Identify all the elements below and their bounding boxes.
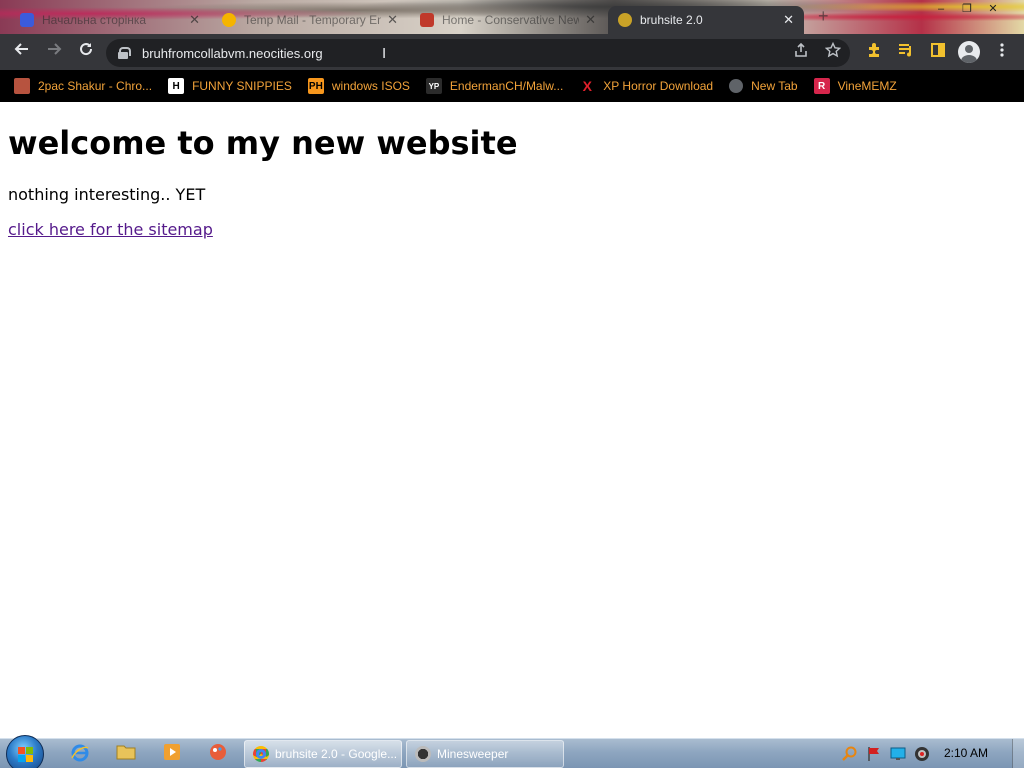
back-arrow-icon: [14, 43, 28, 55]
r-logo-icon: R: [813, 78, 830, 94]
page-heading: welcome to my new website: [8, 124, 518, 162]
task-label: Minesweeper: [437, 747, 509, 761]
ph-logo-icon: PH: [307, 78, 324, 94]
system-clock[interactable]: 2:10 AM: [944, 746, 988, 760]
forward-button[interactable]: [42, 41, 66, 63]
address-bar[interactable]: bruhfromcollabvm.neocities.org I: [106, 39, 850, 67]
bookmark-star-icon[interactable]: [824, 41, 842, 60]
tab-bruhsite[interactable]: bruhsite 2.0 ✕: [608, 6, 804, 34]
bookmark-xp-horror[interactable]: X XP Horror Download: [579, 78, 713, 94]
bookmark-label: FUNNY SNIPPIES: [192, 79, 292, 93]
task-chrome-window[interactable]: bruhsite 2.0 - Google...: [244, 740, 402, 768]
bookmark-vinememz[interactable]: R VineMEMZ: [813, 78, 897, 94]
tab-temp-mail[interactable]: Temp Mail - Temporary Email ✕: [212, 6, 408, 34]
task-minesweeper-window[interactable]: Minesweeper: [406, 740, 564, 768]
tab-close-icon[interactable]: ✕: [585, 12, 596, 28]
web-page-content: welcome to my new website nothing intere…: [0, 102, 1024, 738]
yp-logo-icon: YP: [425, 78, 442, 94]
bookmark-endermanch[interactable]: YP EndermanCH/Malw...: [425, 78, 564, 94]
file-explorer-icon[interactable]: [114, 743, 138, 765]
bookmark-label: XP Horror Download: [603, 79, 714, 93]
paint-icon[interactable]: [206, 743, 230, 765]
windows-logo-icon: [18, 747, 34, 763]
text-cursor-icon: I: [382, 45, 387, 62]
bookmark-new-tab[interactable]: New Tab: [729, 79, 798, 93]
tab-favicon-icon: [420, 13, 434, 27]
tab-strip: Начальна сторінка ✕ Temp Mail - Temporar…: [0, 0, 1024, 34]
tab-home-page[interactable]: Начальна сторінка ✕: [10, 6, 210, 34]
chrome-icon: [253, 746, 269, 762]
bookmark-label: 2pac Shakur - Chro...: [38, 79, 153, 93]
window-controls: – ❐ ✕: [928, 0, 1006, 18]
back-button[interactable]: [10, 41, 34, 63]
media-player-icon[interactable]: [160, 743, 184, 765]
sitemap-link[interactable]: click here for the sitemap: [8, 220, 213, 239]
tab-label: Home - Conservative News: [442, 13, 580, 27]
reload-icon: [80, 43, 93, 56]
tab-label: Temp Mail - Temporary Email: [244, 13, 381, 27]
globe-icon: [729, 79, 744, 93]
forward-arrow-icon: [48, 43, 62, 55]
url-text[interactable]: bruhfromcollabvm.neocities.org: [142, 46, 323, 61]
browser-toolbar: bruhfromcollabvm.neocities.org I: [0, 34, 1024, 70]
bookmarks-bar: 2pac Shakur - Chro... H FUNNY SNIPPIES P…: [0, 70, 1024, 102]
tab-favicon-icon: [222, 13, 236, 27]
bookmark-label: New Tab: [751, 79, 798, 93]
internet-explorer-icon[interactable]: [68, 743, 92, 765]
close-window-button[interactable]: ✕: [980, 0, 1006, 18]
profile-image-icon: [14, 78, 30, 94]
task-label: bruhsite 2.0 - Google...: [275, 747, 398, 761]
tab-label: bruhsite 2.0: [640, 13, 703, 27]
h-logo-icon: H: [168, 78, 185, 94]
media-queue-icon[interactable]: [896, 42, 916, 62]
tab-close-icon[interactable]: ✕: [189, 12, 200, 28]
start-button[interactable]: [6, 735, 44, 768]
bookmark-label: VineMEMZ: [837, 79, 897, 93]
new-tab-button[interactable]: +: [818, 6, 829, 27]
minesweeper-icon: [415, 746, 431, 762]
minimize-button[interactable]: –: [928, 0, 954, 18]
volume-icon[interactable]: [914, 746, 930, 762]
bookmark-label: windows ISOS: [331, 79, 410, 93]
tab-conservative-news[interactable]: Home - Conservative News ✕: [410, 6, 606, 34]
bookmark-label: EndermanCH/Malw...: [449, 79, 564, 93]
windows-taskbar: bruhsite 2.0 - Google... Minesweeper 2:1…: [0, 735, 1024, 768]
tab-close-icon[interactable]: ✕: [783, 12, 794, 28]
show-desktop-button[interactable]: [1012, 739, 1024, 768]
bookmark-2pac-shakur[interactable]: 2pac Shakur - Chro...: [14, 78, 152, 94]
action-center-flag-icon[interactable]: [866, 746, 882, 762]
side-panel-icon[interactable]: [928, 42, 948, 62]
kebab-menu-icon[interactable]: [992, 42, 1012, 62]
bookmark-windows-isos[interactable]: PH windows ISOS: [307, 78, 410, 94]
x-logo-icon: X: [579, 78, 596, 94]
extensions-puzzle-icon[interactable]: [864, 42, 884, 62]
search-tray-icon[interactable]: [842, 746, 858, 762]
reload-button[interactable]: [74, 41, 98, 63]
share-icon[interactable]: [792, 42, 810, 60]
tab-favicon-icon: [20, 13, 34, 27]
tab-label: Начальна сторінка: [42, 13, 147, 27]
bookmark-funny-snippies[interactable]: H FUNNY SNIPPIES: [168, 78, 292, 94]
restore-button[interactable]: ❐: [954, 0, 980, 18]
lock-icon[interactable]: [118, 47, 131, 59]
page-paragraph: nothing interesting.. YET: [8, 185, 206, 204]
profile-avatar-icon[interactable]: [958, 41, 980, 63]
tab-favicon-icon: [618, 13, 632, 27]
tab-close-icon[interactable]: ✕: [387, 12, 398, 28]
network-monitor-icon[interactable]: [890, 746, 906, 762]
